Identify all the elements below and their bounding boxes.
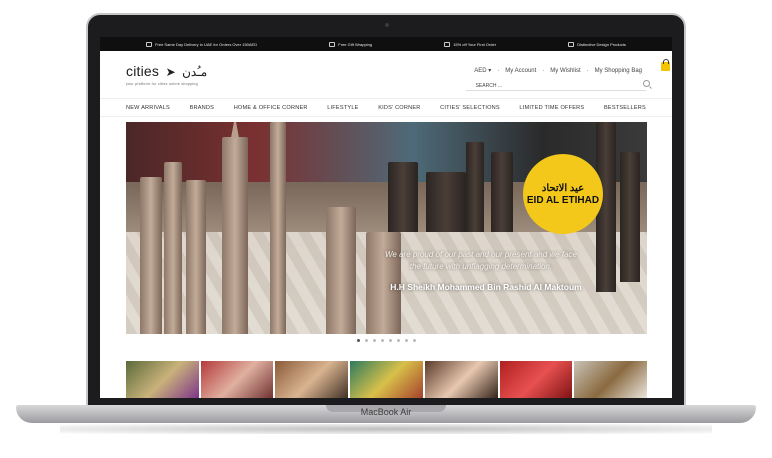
tower-spire [231, 122, 239, 138]
carousel-dot[interactable] [396, 339, 400, 342]
tower-model [388, 162, 418, 232]
main-nav: NEW ARRIVALS BRANDS HOME & OFFICE CORNER… [100, 99, 672, 117]
tower-model [270, 122, 286, 334]
quote-author: H.H Sheikh Mohammed Bin Rashid Al Maktou… [390, 282, 582, 292]
search-underline [466, 90, 646, 91]
my-account-link[interactable]: My Account [505, 68, 536, 74]
bird-icon: ➤ [165, 65, 176, 79]
eid-text: EID AL ETIHAD [526, 194, 600, 206]
hero-banner[interactable]: عيد الاتحاد EID AL ETIHAD We are proud o… [126, 122, 647, 334]
tower-model [466, 142, 484, 232]
carousel-dot[interactable] [388, 339, 392, 342]
category-tile[interactable] [424, 361, 498, 398]
carousel-dots [100, 339, 672, 342]
logo-tagline: your platform for cities online shopping [126, 82, 198, 86]
eid-arabic: عيد الاتحاد [541, 182, 585, 194]
nav-item[interactable]: LIFESTYLE [327, 105, 358, 111]
separator: · [586, 67, 589, 74]
screen: Free Same Day Delivery in UAE for Orders… [100, 37, 672, 398]
shopping-bag-link[interactable]: My Shopping Bag [595, 68, 642, 74]
promo-text: Free Gift Wrapping [338, 41, 373, 47]
separator: · [542, 67, 545, 74]
wishlist-link[interactable]: My Wishlist [550, 68, 580, 74]
separator: · [497, 67, 500, 74]
category-tile[interactable] [275, 361, 349, 398]
tower-model [140, 177, 162, 334]
nav-item[interactable]: BESTSELLERS [604, 105, 646, 111]
chevron-down-icon: ▾ [488, 68, 492, 74]
carousel-dot[interactable] [412, 339, 416, 342]
category-tile[interactable] [574, 361, 648, 398]
category-tile[interactable] [350, 361, 423, 398]
tag-icon [444, 41, 451, 47]
quote-line: the future with unflagging determination… [409, 262, 553, 271]
promo-text: Distinctive Design Products [577, 41, 626, 47]
hero-quote: We are proud of our past and our present… [346, 249, 616, 273]
carousel-dot[interactable] [404, 339, 408, 342]
site-header: cities ➤ مـُدن your platform for cities … [100, 51, 672, 99]
logo-word: cities [126, 63, 160, 79]
nav-item[interactable]: NEW ARRIVALS [126, 105, 170, 111]
site-logo[interactable]: cities ➤ مـُدن your platform for cities … [126, 63, 207, 86]
promo-bar: Free Same Day Delivery in UAE for Orders… [100, 37, 672, 51]
category-thumbnails [126, 361, 648, 398]
quote-line: We are proud of our past and our present… [385, 250, 577, 259]
camera-icon [385, 23, 389, 27]
nav-item[interactable]: KIDS' CORNER [378, 105, 420, 111]
carousel-dot[interactable] [356, 339, 360, 342]
carousel-dot[interactable] [380, 339, 384, 342]
tower-model [164, 162, 182, 334]
promo-item: 15% off Your First Order [444, 41, 497, 47]
promo-text: 15% off Your First Order [453, 41, 497, 47]
account-links: AED ▾ · My Account · My Wishlist · My Sh… [474, 67, 642, 75]
tower-model [426, 172, 466, 232]
shopping-bag-icon[interactable] [661, 59, 670, 71]
award-icon [568, 41, 575, 47]
tower-model [620, 152, 640, 282]
nav-item[interactable]: CITIES' SELECTIONS [440, 105, 500, 111]
currency-select[interactable]: AED ▾ [474, 67, 491, 74]
search-icon[interactable] [643, 80, 650, 87]
promo-item: Free Same Day Delivery in UAE for Orders… [146, 41, 258, 47]
category-tile[interactable] [499, 361, 573, 398]
device-label: MacBook Air [360, 407, 412, 417]
nav-item[interactable]: HOME & OFFICE CORNER [234, 105, 308, 111]
promo-text: Free Same Day Delivery in UAE for Orders… [155, 41, 258, 47]
carousel-dot[interactable] [372, 339, 376, 342]
nav-item[interactable]: BRANDS [190, 105, 215, 111]
laptop-shadow [60, 424, 712, 434]
category-tile[interactable] [200, 361, 274, 398]
tower-model [222, 137, 248, 334]
truck-icon [146, 41, 153, 47]
gift-icon [329, 41, 336, 47]
tower-model [491, 152, 513, 232]
carousel-dot[interactable] [364, 339, 368, 342]
currency-value: AED [474, 68, 487, 74]
logo-arabic: مـُدن [182, 65, 208, 79]
category-tile[interactable] [126, 361, 199, 398]
nav-item[interactable]: LIMITED TIME OFFERS [519, 105, 584, 111]
tower-model [186, 180, 206, 334]
eid-badge: عيد الاتحاد EID AL ETIHAD [523, 154, 603, 234]
search-input[interactable]: SEARCH ... [476, 83, 502, 89]
promo-item: Distinctive Design Products [568, 41, 626, 47]
promo-item: Free Gift Wrapping [329, 41, 373, 47]
laptop-frame: Free Same Day Delivery in UAE for Orders… [0, 0, 772, 458]
